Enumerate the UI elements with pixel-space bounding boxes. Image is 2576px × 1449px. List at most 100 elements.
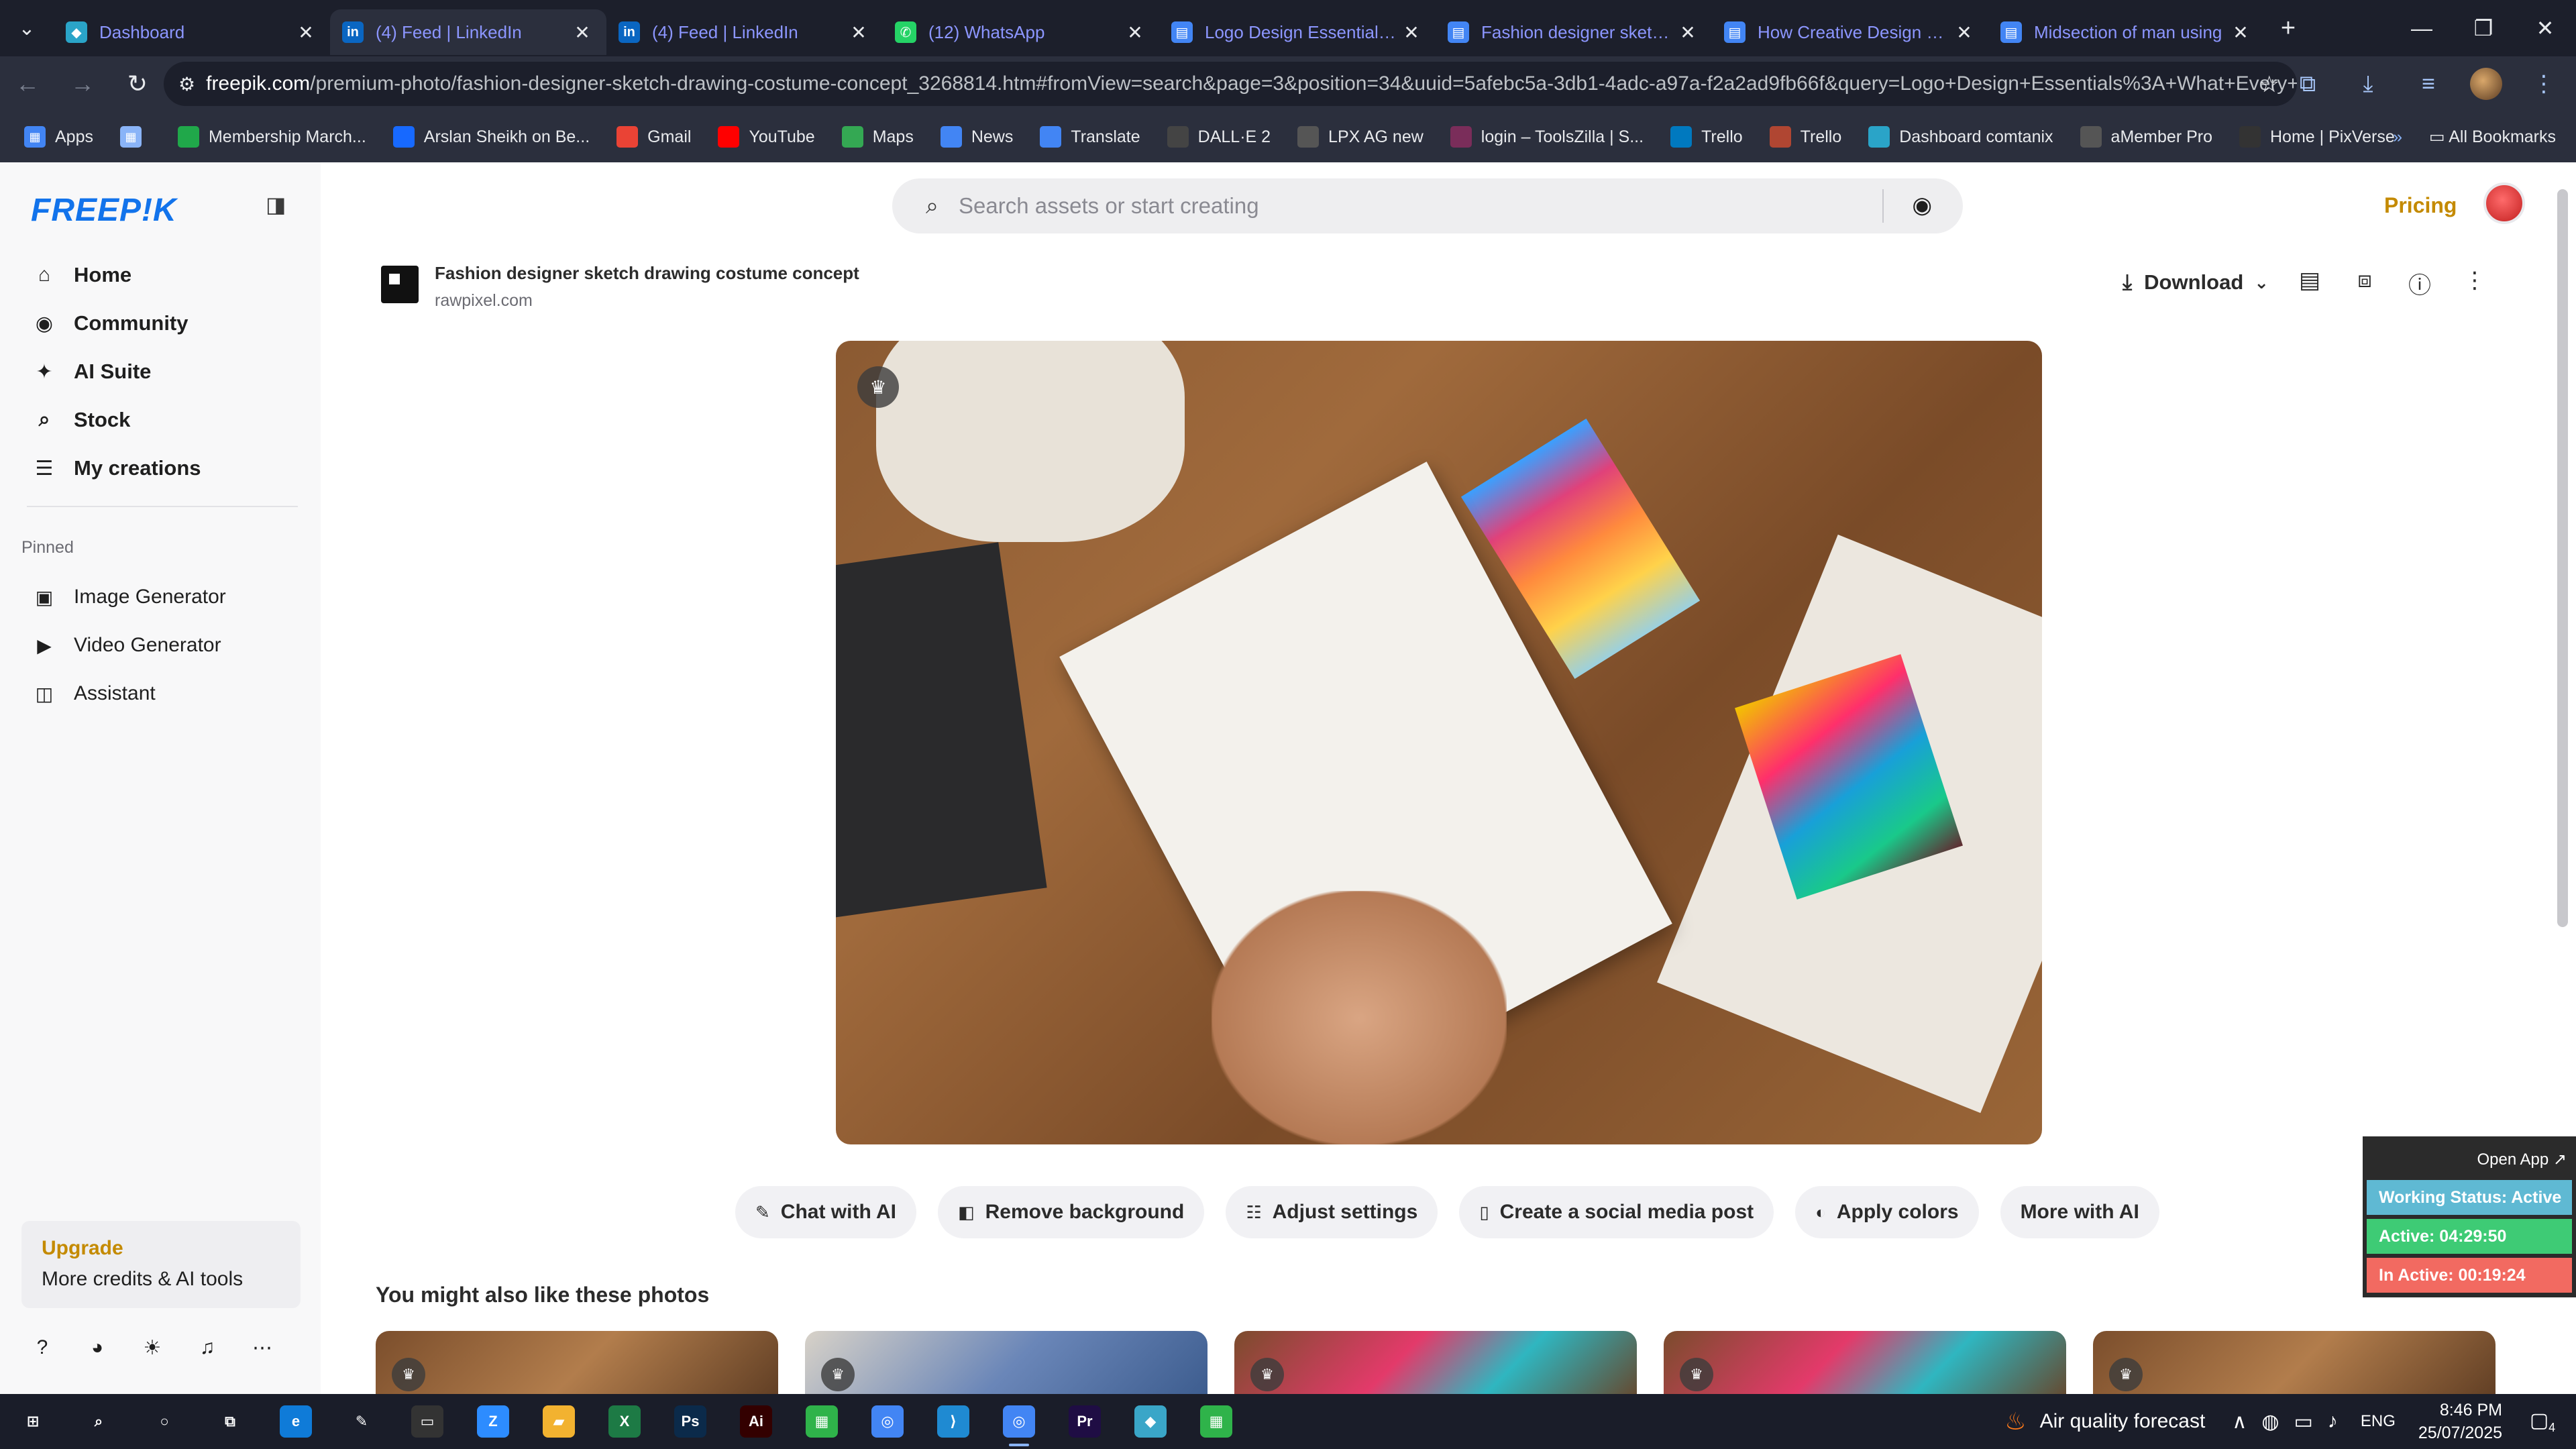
taskbar-cortana[interactable]: ○ <box>131 1394 197 1449</box>
bookmark-item[interactable]: ▦ <box>119 126 151 148</box>
sidebar-item-community[interactable]: ◉ Community <box>31 303 189 343</box>
ai-action-chat-with-ai[interactable]: ✎ Chat with AI <box>735 1186 917 1238</box>
tab-close-icon[interactable]: ✕ <box>1676 20 1700 44</box>
bookmark-item[interactable]: Trello <box>1769 126 1841 148</box>
info-icon[interactable]: ⓘ <box>2407 267 2432 300</box>
discord-icon[interactable]: ◕ <box>86 1336 109 1360</box>
pinned-item-video-generator[interactable]: ▶ Video Generator <box>31 625 221 665</box>
bookmark-item[interactable]: Maps <box>841 126 914 148</box>
all-bookmarks-folder[interactable]: ▭ All Bookmarks <box>2429 127 2556 147</box>
page-scrollbar[interactable] <box>2557 189 2568 927</box>
tab-close-icon[interactable]: ✕ <box>1123 20 1147 44</box>
tab-close-icon[interactable]: ✕ <box>1952 20 1976 44</box>
related-thumb[interactable]: ♛ <box>2093 1331 2496 1394</box>
sidebar-item-home[interactable]: ⌂ Home <box>31 255 131 295</box>
back-button[interactable]: ← <box>0 56 55 111</box>
network-icon[interactable]: ▭ <box>2294 1410 2313 1434</box>
browser-tab[interactable]: in (4) Feed | LinkedIn ✕ <box>606 9 883 55</box>
tray-chevron-up-icon[interactable]: ∧ <box>2232 1410 2247 1434</box>
search-bar[interactable]: ⌕ Search assets or start creating ◉ <box>892 178 1963 233</box>
theme-sun-icon[interactable]: ☀ <box>141 1336 164 1360</box>
taskbar-excel[interactable]: X <box>592 1394 657 1449</box>
weather-widget[interactable]: ♨ Air quality forecast <box>2004 1407 2205 1436</box>
downloads-icon[interactable]: ⤓ <box>2349 71 2387 97</box>
bookmark-item[interactable]: Gmail <box>616 126 691 148</box>
taskbar-zoom[interactable]: Z <box>460 1394 526 1449</box>
ai-action-remove-background[interactable]: ◧ Remove background <box>938 1186 1205 1238</box>
bookmark-item[interactable]: Trello <box>1670 126 1743 148</box>
taskbar-file-explorer[interactable]: ▰ <box>526 1394 592 1449</box>
download-button[interactable]: ⤓ Download ⌄ <box>2123 270 2269 295</box>
camera-search-icon[interactable]: ◉ <box>1912 192 1932 219</box>
ai-action-adjust-settings[interactable]: ☷ Adjust settings <box>1226 1186 1438 1238</box>
bookmark-item[interactable]: ▦ Apps <box>24 126 93 148</box>
notification-center-icon[interactable]: ▢4 <box>2522 1409 2563 1435</box>
browser-tab[interactable]: ▤ Fashion designer sketch d ✕ <box>1436 9 1712 55</box>
pricing-link[interactable]: Pricing <box>2384 193 2457 218</box>
tray-app-icon[interactable]: ◍ <box>2261 1410 2279 1434</box>
save-icon[interactable]: ⧈ <box>2352 267 2377 300</box>
bookmark-item[interactable]: Membership March... <box>177 126 366 148</box>
bookmark-star-icon[interactable]: ☆ <box>2259 71 2279 98</box>
ai-action-create-a-social-media-post[interactable]: ▯ Create a social media post <box>1459 1186 1774 1238</box>
volume-icon[interactable]: ♪ <box>2328 1410 2338 1434</box>
search-input[interactable]: Search assets or start creating <box>959 193 1259 219</box>
media-controls-icon[interactable]: ≡ <box>2410 71 2447 97</box>
new-tab-button[interactable]: + <box>2265 14 2312 43</box>
browser-tab[interactable]: ◆ Dashboard ✕ <box>54 9 330 55</box>
tab-search-chevron-icon[interactable]: ⌄ <box>0 0 54 56</box>
tab-close-icon[interactable]: ✕ <box>847 20 871 44</box>
taskbar-edge[interactable]: e <box>263 1394 329 1449</box>
browser-tab[interactable]: ▤ How Creative Design Boo ✕ <box>1712 9 1988 55</box>
more-options-icon[interactable]: ⋯ <box>251 1336 274 1360</box>
ai-action-more-with-ai[interactable]: More with AI <box>2000 1186 2159 1238</box>
browser-tab[interactable]: ✆ (12) WhatsApp ✕ <box>883 9 1159 55</box>
main-photo[interactable]: ♛ <box>836 341 2042 1144</box>
taskbar-illustrator[interactable]: Ai <box>723 1394 789 1449</box>
more-bookmarks-icon[interactable]: » <box>2393 127 2402 147</box>
taskbar-chrome[interactable]: ◎ <box>855 1394 920 1449</box>
upgrade-card[interactable]: Upgrade More credits & AI tools <box>21 1221 301 1308</box>
taskbar-vscode[interactable]: ⟩ <box>920 1394 986 1449</box>
site-info-icon[interactable]: ⚙ <box>178 73 195 95</box>
bookmark-item[interactable]: Arslan Sheikh on Be... <box>392 126 590 148</box>
language-indicator[interactable]: ENG <box>2361 1412 2396 1431</box>
related-thumb[interactable]: ♛ <box>1664 1331 2066 1394</box>
taskbar-sheets[interactable]: ▦ <box>1183 1394 1249 1449</box>
pinned-item-image-generator[interactable]: ▣ Image Generator <box>31 577 226 617</box>
related-thumb[interactable]: ♛ <box>1234 1331 1637 1394</box>
browser-menu-icon[interactable]: ⋮ <box>2525 70 2563 97</box>
forward-button[interactable]: → <box>55 56 110 111</box>
notifications-bell-icon[interactable]: ♫ <box>196 1336 219 1360</box>
tab-close-icon[interactable]: ✕ <box>570 20 594 44</box>
taskbar-chrome[interactable]: ◎ <box>986 1394 1052 1449</box>
browser-tab[interactable]: ▤ Midsection of man using ✕ <box>1988 9 2265 55</box>
bookmark-item[interactable]: login – ToolsZilla | S... <box>1450 126 1644 148</box>
sidebar-item-ai-suite[interactable]: ✦ AI Suite <box>31 352 151 392</box>
tab-close-icon[interactable]: ✕ <box>294 20 318 44</box>
author-logo[interactable] <box>381 266 419 303</box>
taskbar-terminal[interactable]: ▭ <box>394 1394 460 1449</box>
taskbar-windows-start[interactable]: ⊞ <box>0 1394 66 1449</box>
taskbar-app[interactable]: ◆ <box>1118 1394 1183 1449</box>
taskbar-task-view[interactable]: ⧉ <box>197 1394 263 1449</box>
restore-button[interactable]: ❐ <box>2453 0 2514 56</box>
help-icon[interactable]: ? <box>31 1336 54 1360</box>
tab-close-icon[interactable]: ✕ <box>1399 20 1424 44</box>
bookmark-item[interactable]: LPX AG new <box>1297 126 1424 148</box>
browser-tab[interactable]: in (4) Feed | LinkedIn ✕ <box>330 9 606 55</box>
related-thumb[interactable]: ♛ <box>376 1331 778 1394</box>
clock[interactable]: 8:46 PM 25/07/2025 <box>2418 1399 2502 1444</box>
extensions-icon[interactable]: ⧉ <box>2289 71 2326 97</box>
profile-avatar[interactable] <box>2470 68 2502 100</box>
reload-button[interactable]: ↻ <box>110 56 165 111</box>
bookmark-item[interactable]: News <box>940 126 1013 148</box>
asset-author[interactable]: rawpixel.com <box>435 291 533 311</box>
close-window-button[interactable]: ✕ <box>2514 0 2576 56</box>
bookmark-item[interactable]: DALL·E 2 <box>1167 126 1271 148</box>
bookmark-item[interactable]: YouTube <box>718 126 815 148</box>
taskbar-search[interactable]: ⌕ <box>66 1394 131 1449</box>
sidebar-item-stock[interactable]: ⌕ Stock <box>31 400 131 440</box>
add-to-collection-icon[interactable]: ▤ <box>2297 267 2322 300</box>
bookmark-item[interactable]: Translate <box>1040 126 1140 148</box>
